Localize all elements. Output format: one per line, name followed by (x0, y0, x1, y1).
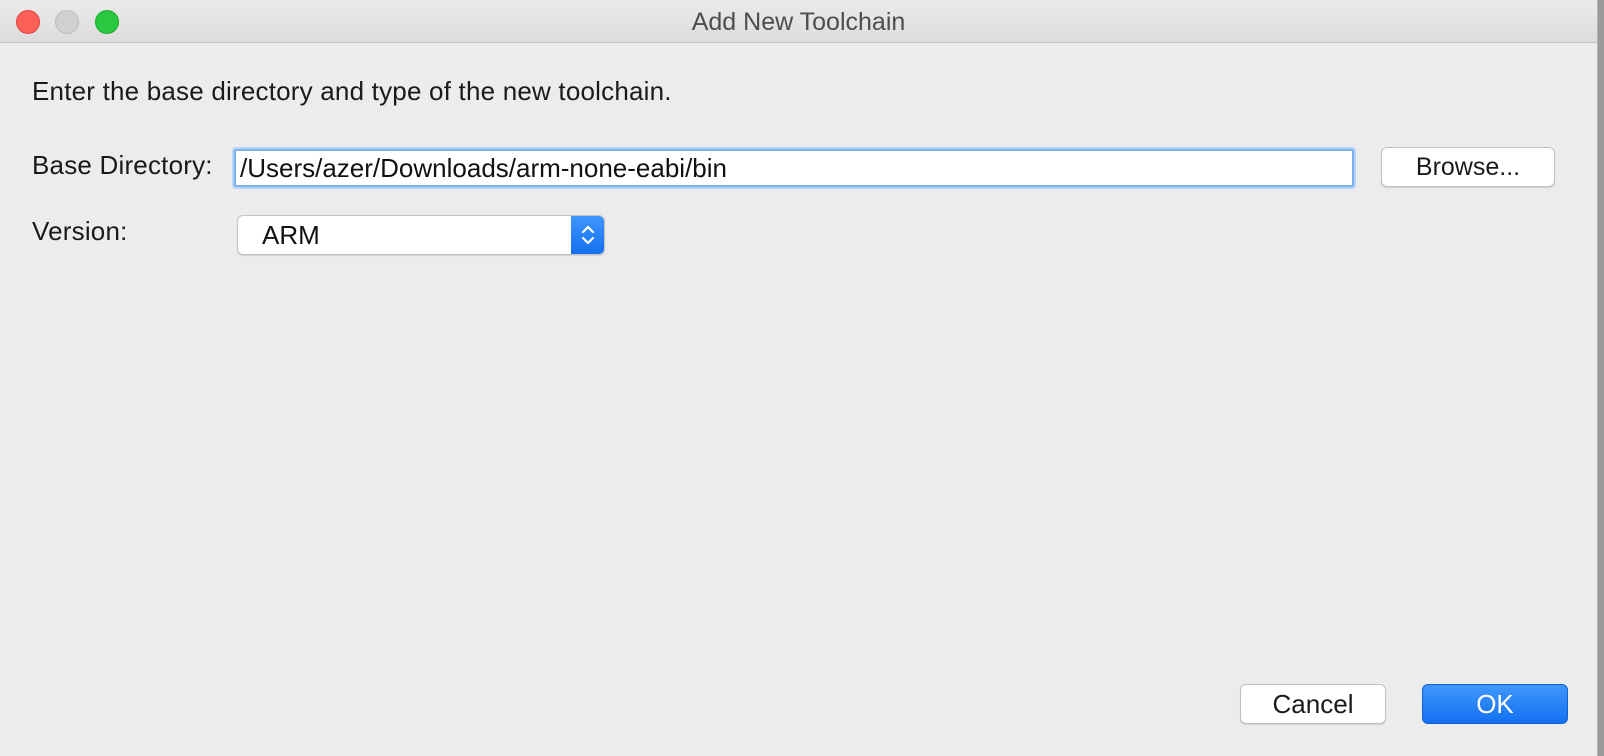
version-select[interactable]: ARM (237, 215, 605, 255)
version-selected-value: ARM (262, 220, 320, 250)
ok-button[interactable]: OK (1422, 684, 1568, 724)
chevron-up-down-icon (571, 216, 604, 254)
base-directory-input[interactable] (234, 149, 1354, 187)
dialog-description: Enter the base directory and type of the… (32, 76, 672, 106)
add-toolchain-dialog: Add New Toolchain Enter the base directo… (0, 0, 1598, 756)
cancel-button[interactable]: Cancel (1240, 684, 1386, 724)
window-title: Add New Toolchain (691, 8, 906, 36)
browse-button[interactable]: Browse... (1381, 147, 1555, 187)
version-label: Version: (32, 216, 128, 246)
title-bar[interactable]: Add New Toolchain (0, 0, 1597, 43)
base-directory-label: Base Directory: (32, 150, 213, 180)
